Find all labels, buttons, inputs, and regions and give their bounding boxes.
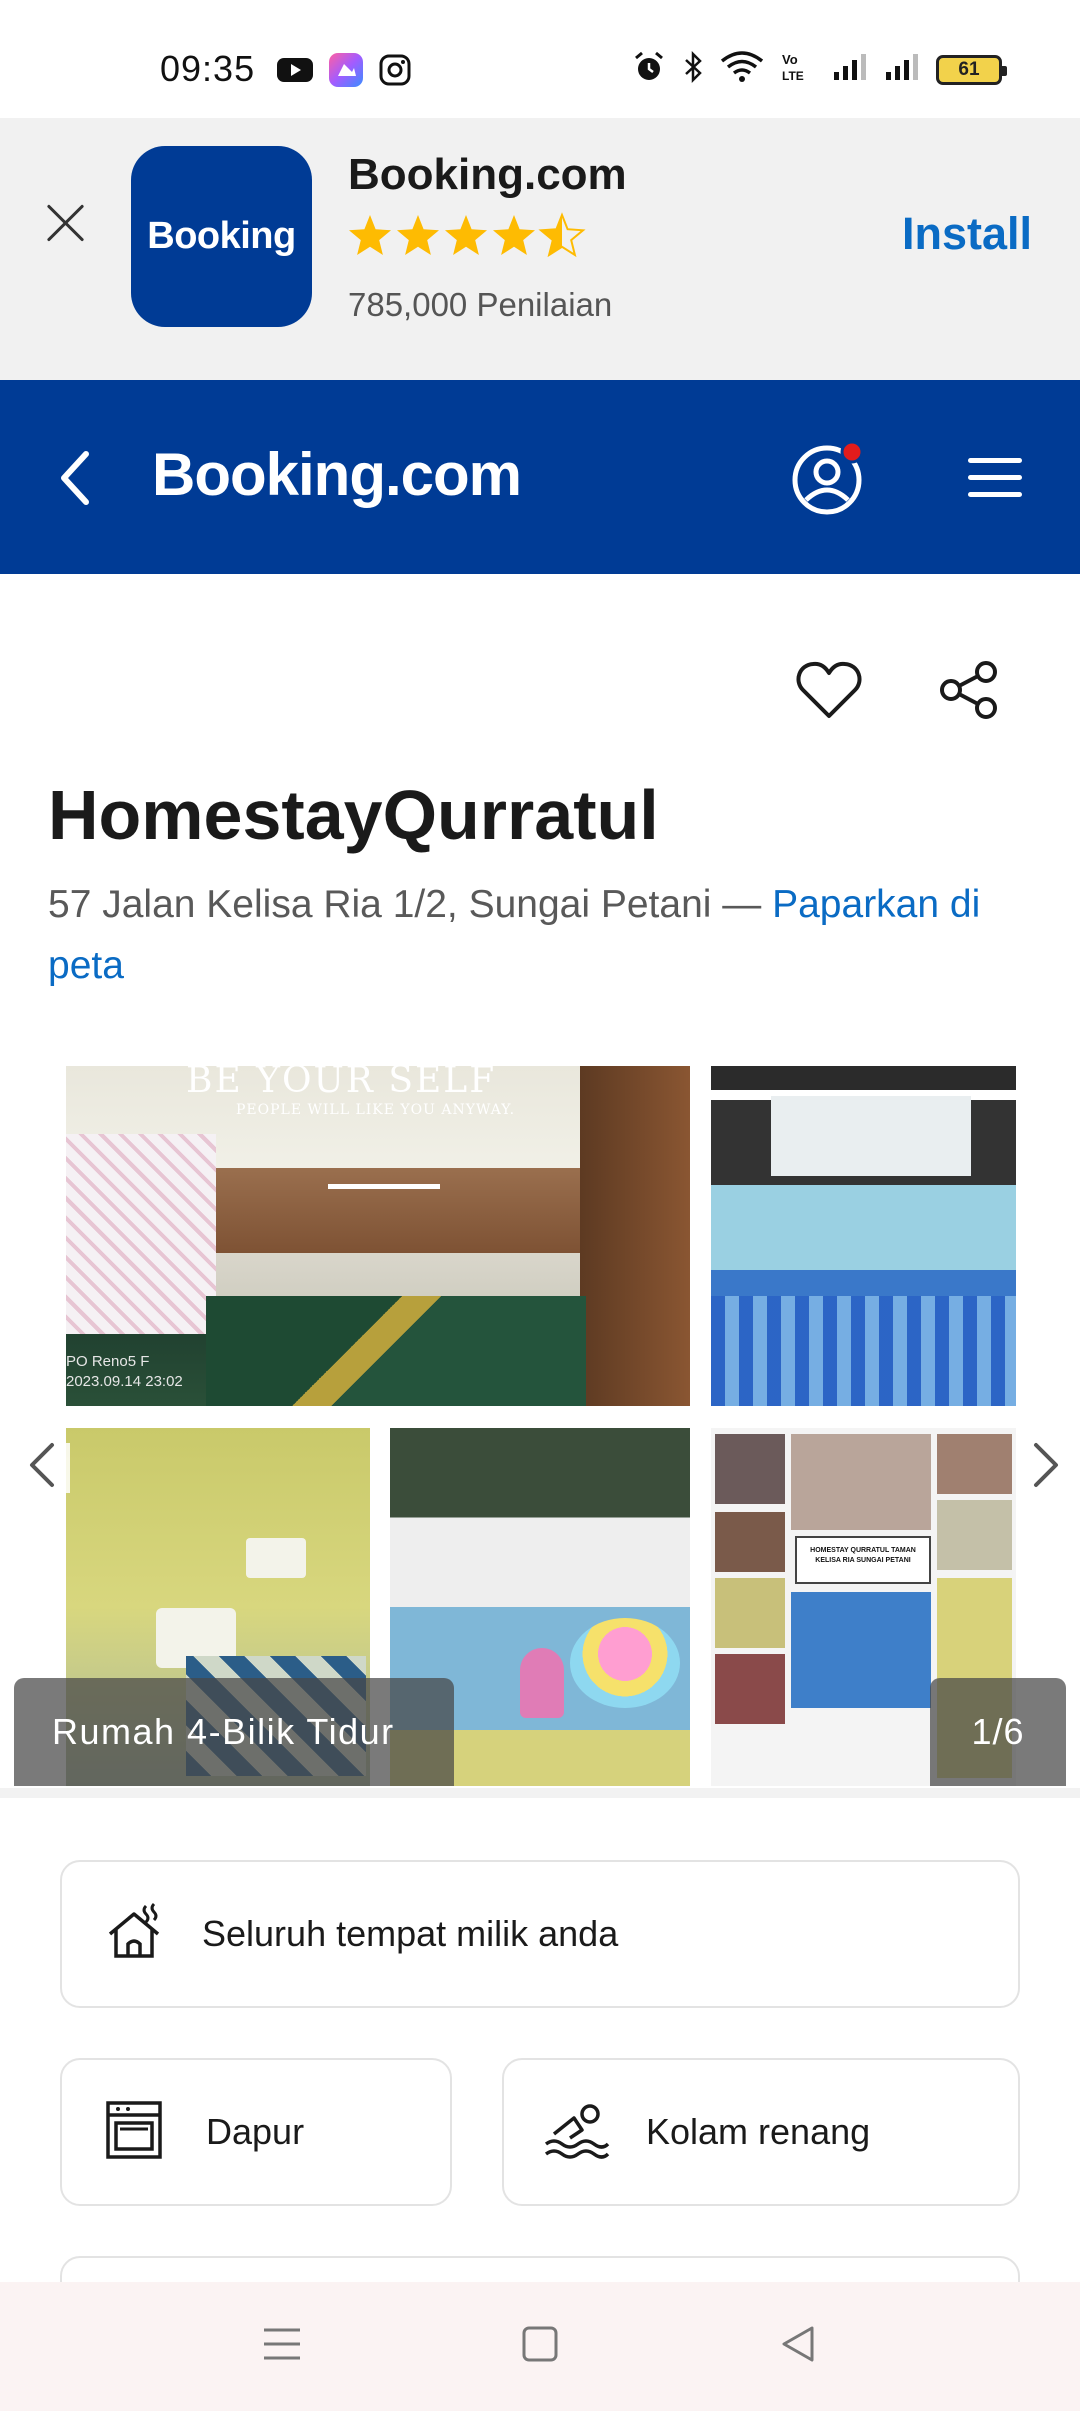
homestay-sign: HOMESTAY QURRATUL TAMAN KELISA RIA SUNGA…: [795, 1536, 931, 1584]
bluetooth-icon: [682, 50, 704, 89]
section-divider: [0, 1788, 1080, 1798]
photo-bedroom: BE YOUR SELF PEOPLE WILL LIKE YOU ANYWAY…: [66, 1066, 690, 1406]
system-nav-bar: [0, 2282, 1080, 2411]
half-star-icon: [540, 214, 584, 256]
star-icon: [349, 215, 391, 255]
photo-caption: BE YOUR SELF: [186, 1066, 497, 1101]
app-logo: Booking: [131, 146, 312, 327]
star-rating: [346, 210, 590, 262]
site-header: Booking.com: [0, 380, 1080, 574]
heart-icon[interactable]: [796, 660, 862, 725]
facility-label: Seluruh tempat milik anda: [202, 1913, 619, 1954]
alarm-icon: [632, 50, 666, 89]
star-icon: [397, 215, 439, 255]
gallery-app-icon: [328, 52, 364, 93]
oven-icon: [104, 2099, 164, 2166]
photo-pool: [711, 1066, 1016, 1406]
facility-kitchen: Dapur: [60, 2058, 452, 2206]
gallery-next-icon[interactable]: [1018, 1425, 1068, 1505]
close-icon[interactable]: [44, 200, 88, 244]
property-actions: [796, 660, 1000, 725]
recent-apps-icon[interactable]: [262, 2324, 302, 2369]
status-right-icons: Vo LTE 61: [632, 50, 1007, 89]
youtube-icon: [276, 56, 314, 89]
facility-label: Dapur: [206, 2111, 305, 2152]
gallery-prev-icon[interactable]: [20, 1425, 70, 1505]
gallery-counter: 1/6: [930, 1678, 1066, 1786]
brand-logo[interactable]: Booking.com: [152, 440, 522, 509]
hamburger-menu-icon[interactable]: [968, 458, 1022, 498]
house-heat-icon: [104, 1900, 168, 1969]
svg-text:LTE: LTE: [782, 69, 804, 83]
property-address: 57 Jalan Kelisa Ria 1/2, Sungai Petani —…: [48, 874, 1038, 996]
install-button[interactable]: Install: [902, 208, 1032, 260]
facility-label: Kolam renang: [646, 2111, 871, 2152]
address-text: 57 Jalan Kelisa Ria 1/2, Sungai Petani —: [48, 883, 773, 926]
user-account-icon[interactable]: [790, 440, 866, 521]
swimming-icon: [544, 2100, 610, 2165]
back-icon[interactable]: [778, 2324, 818, 2369]
share-icon[interactable]: [938, 660, 1000, 725]
star-icon: [445, 215, 487, 255]
review-count: 785,000 Penilaian: [348, 286, 613, 323]
signal-icon: [832, 52, 868, 87]
facility-pool: Kolam renang: [502, 2058, 1020, 2206]
photo-caption-small: PEOPLE WILL LIKE YOU ANYWAY.: [236, 1102, 516, 1118]
battery-icon: 61: [936, 54, 1007, 85]
app-name: Booking.com: [348, 150, 627, 199]
home-icon[interactable]: [520, 2324, 560, 2369]
app-install-banner: Booking Booking.com 785,000 Penilaian In…: [0, 118, 1080, 380]
photo-stamp: PO Reno5 F 2023.09.14 23:02: [66, 1353, 183, 1390]
booking-property-page: 09:35 Vo LTE 61 Booking Booking.com 785,…: [0, 0, 1080, 2411]
photo-gallery[interactable]: BE YOUR SELF PEOPLE WILL LIKE YOU ANYWAY…: [0, 1060, 1080, 1792]
facility-entire-place: Seluruh tempat milik anda: [60, 1860, 1020, 2008]
back-arrow-icon[interactable]: [56, 448, 96, 508]
wifi-icon: [720, 51, 764, 88]
volte-icon: Vo LTE: [780, 51, 816, 88]
status-bar: 09:35 Vo LTE 61: [0, 0, 1080, 118]
status-left-icons: [276, 52, 412, 93]
status-time: 09:35: [160, 48, 256, 89]
instagram-icon: [378, 53, 412, 92]
gallery-room-label: Rumah 4-Bilik Tidur: [14, 1678, 454, 1786]
property-title: HomestayQurratul: [48, 776, 659, 854]
star-icon: [493, 215, 535, 255]
signal-icon: [884, 52, 920, 87]
svg-text:Vo: Vo: [782, 52, 798, 67]
